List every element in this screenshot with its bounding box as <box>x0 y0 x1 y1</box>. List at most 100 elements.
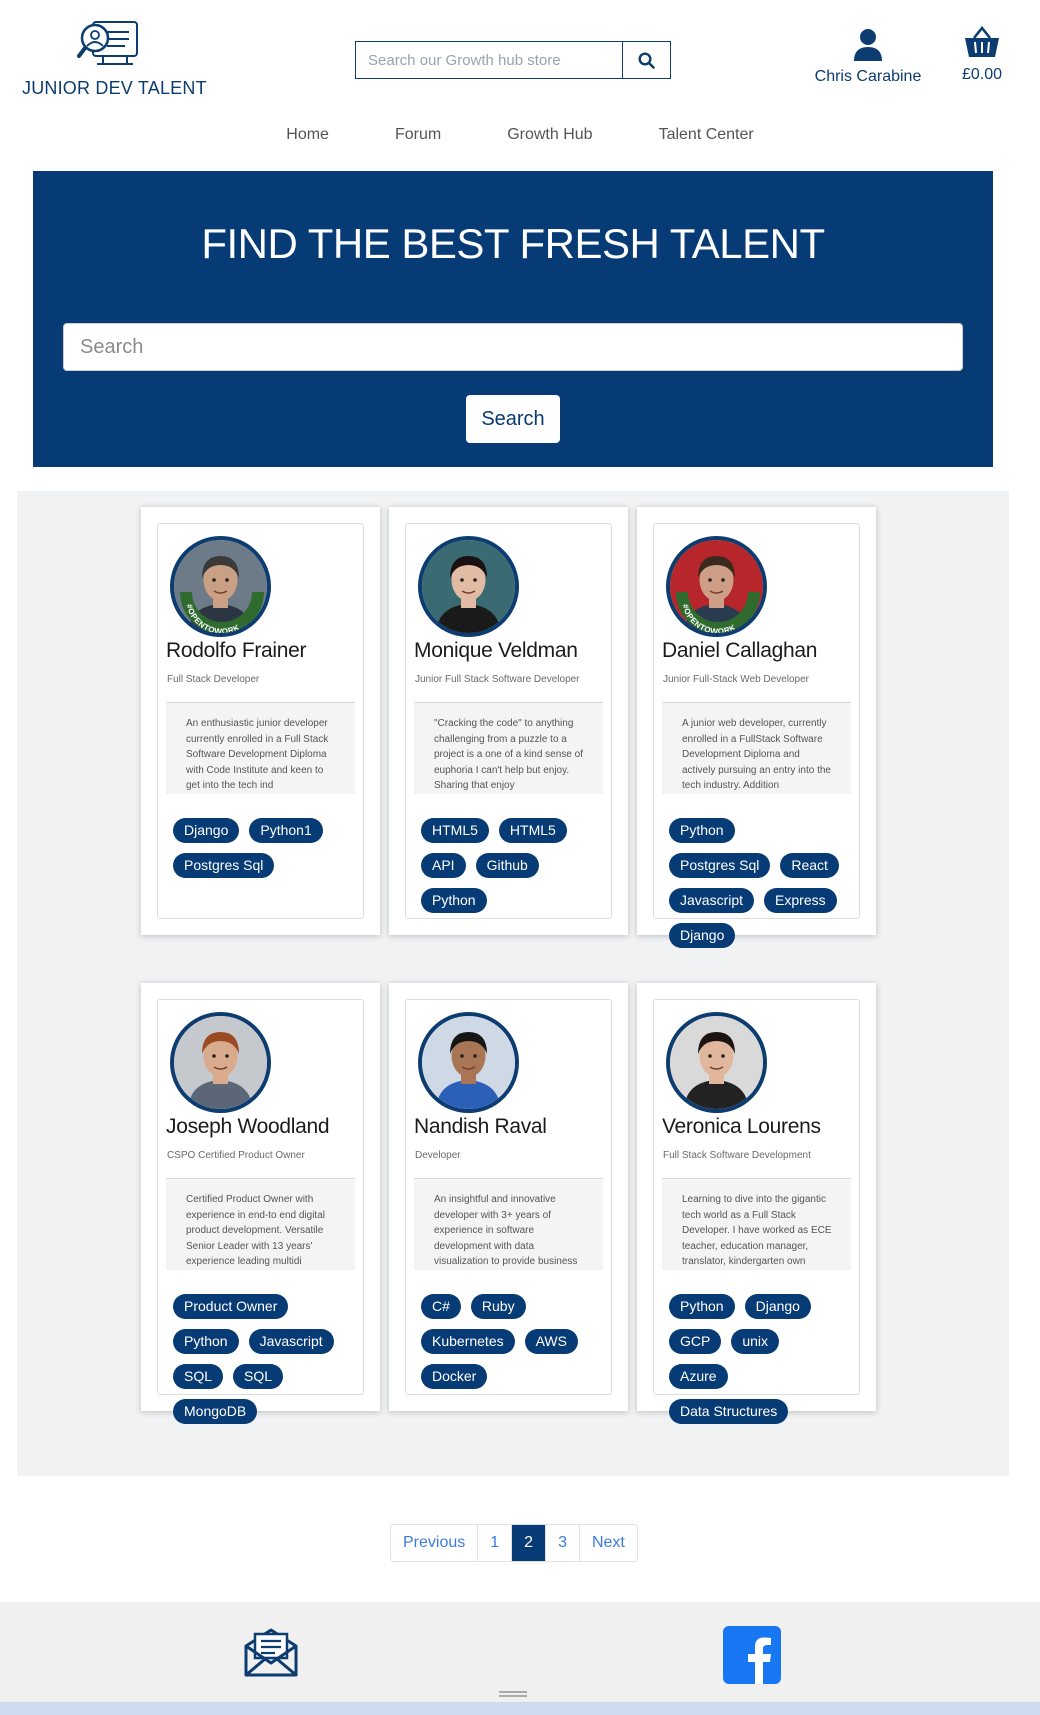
talent-bio-box: A junior web developer, currently enroll… <box>662 702 851 794</box>
skill-tag: HTML5 <box>421 818 489 843</box>
logo-text: JUNIOR DEV TALENT <box>22 78 207 98</box>
talent-bio-box: An enthusiastic junior developer current… <box>166 702 355 794</box>
talent-role: Junior Full Stack Software Developer <box>415 674 580 685</box>
skill-tag: Django <box>669 923 736 948</box>
nav-talent-center[interactable]: Talent Center <box>659 126 754 152</box>
facebook-icon[interactable] <box>723 1626 781 1684</box>
talent-search-logo-icon <box>76 21 138 65</box>
skill-tag: Ruby <box>470 1294 526 1319</box>
talent-card-body: Joseph Woodland CSPO Certified Product Ow… <box>157 999 364 1424</box>
person-photo <box>422 1016 515 1109</box>
skill-tag: Python1 <box>249 818 323 843</box>
skill-tag: HTML5 <box>498 818 567 843</box>
talent-bio: "Cracking the code" to anything challeng… <box>434 718 583 791</box>
talent-search-button[interactable]: Search <box>466 395 560 443</box>
talent-role: CSPO Certified Product Owner <box>167 1150 305 1161</box>
talent-name[interactable]: Rodolfo Frainer <box>166 639 307 663</box>
skill-tag: Product Owner <box>173 1294 289 1319</box>
talent-name[interactable]: Monique Veldman <box>414 639 578 663</box>
pagination-page-3[interactable]: 3 <box>546 1525 580 1561</box>
account-link[interactable]: Chris Carabine <box>810 28 926 86</box>
skill-tag: SQL <box>233 1364 284 1389</box>
talent-card[interactable]: Nandish Raval Developer An insightful and … <box>389 983 628 1411</box>
avatar[interactable] <box>418 1012 519 1113</box>
person-photo <box>670 1016 763 1109</box>
skill-tag: Javascript <box>248 1329 334 1354</box>
skill-tag: SQL <box>173 1364 224 1389</box>
user-icon <box>854 29 882 61</box>
talent-card[interactable]: Monique Veldman Junior Full Stack Softwar… <box>389 507 628 935</box>
store-search-button[interactable] <box>622 42 670 78</box>
hero-title: FIND THE BEST FRESH TALENT <box>201 220 825 267</box>
skill-tag: Django <box>744 1294 811 1319</box>
pagination-page-2-current[interactable]: 2 <box>512 1525 547 1561</box>
talent-bio-box: Learning to dive into the gigantic tech … <box>662 1178 851 1270</box>
pagination-next[interactable]: Next <box>579 1525 637 1561</box>
talent-bio: A junior web developer, currently enroll… <box>682 718 831 791</box>
skill-tags: HTML5 HTML5 API Github Python <box>421 818 601 923</box>
talent-name[interactable]: Joseph Woodland <box>166 1115 330 1139</box>
account-name: Chris Carabine <box>814 68 922 85</box>
basket-link[interactable]: £0.00 <box>952 25 1012 84</box>
skill-tag: Python <box>173 1329 239 1354</box>
talent-card-body: Monique Veldman Junior Full Stack Softwar… <box>405 523 612 919</box>
skill-tag: Azure <box>669 1364 728 1389</box>
skill-tag: Kubernetes <box>421 1329 515 1354</box>
avatar[interactable] <box>418 536 519 637</box>
nav-growth-hub[interactable]: Growth Hub <box>507 126 592 152</box>
site-logo[interactable]: JUNIOR DEV TALENT <box>22 18 207 99</box>
talent-bio-box: An insightful and innovative developer w… <box>414 1178 603 1270</box>
pagination-previous[interactable]: Previous <box>391 1525 479 1561</box>
site-header: JUNIOR DEV TALENT Chris Carabine £0.00 <box>0 0 1040 118</box>
talent-card[interactable]: #OPENTOWORK Rodolfo Frainer Full Stack Dev… <box>141 507 380 935</box>
nav-forum[interactable]: Forum <box>395 126 441 152</box>
avatar[interactable]: #OPENTOWORK <box>170 536 271 637</box>
skill-tag: Javascript <box>669 888 755 913</box>
talent-name[interactable]: Daniel Callaghan <box>662 639 817 663</box>
talent-name[interactable]: Veronica Lourens <box>662 1115 821 1139</box>
pagination-page-1[interactable]: 1 <box>478 1525 513 1561</box>
talent-card-body: Veronica Lourens Full Stack Software Deve… <box>653 999 860 1424</box>
skill-tags: Django Python1 Postgres Sql <box>173 818 353 888</box>
talent-search-input[interactable] <box>63 323 963 371</box>
talent-role: Junior Full-Stack Web Developer <box>663 674 809 685</box>
skill-tag: unix <box>731 1329 780 1354</box>
person-photo <box>174 1016 267 1109</box>
store-search-input[interactable] <box>356 42 622 78</box>
resize-handle[interactable] <box>499 1691 527 1697</box>
talent-bio: Learning to dive into the gigantic tech … <box>682 1194 832 1267</box>
talent-bio-box: Certified Product Owner with experience … <box>166 1178 355 1270</box>
talent-results: #OPENTOWORK Rodolfo Frainer Full Stack Dev… <box>17 491 1009 1476</box>
skill-tag: GCP <box>669 1329 722 1354</box>
pagination: Previous 1 2 3 Next <box>390 1524 638 1562</box>
person-photo <box>422 540 515 633</box>
search-icon <box>638 51 655 69</box>
person-photo: #OPENTOWORK <box>670 540 763 633</box>
talent-card[interactable]: Joseph Woodland CSPO Certified Product Ow… <box>141 983 380 1424</box>
avatar[interactable]: #OPENTOWORK <box>666 536 767 637</box>
talent-card[interactable]: #OPENTOWORK Daniel Callaghan Junior Full-S… <box>637 507 876 948</box>
skill-tags: Python Django GCP unix Azure Data Structures <box>669 1294 849 1434</box>
skill-tag: C# <box>421 1294 461 1319</box>
skill-tag: Django <box>173 818 240 843</box>
skill-tag: API <box>421 853 466 878</box>
skill-tag: AWS <box>524 1329 578 1354</box>
mail-icon[interactable] <box>243 1626 299 1678</box>
person-photo: #OPENTOWORK <box>174 540 267 633</box>
avatar[interactable] <box>666 1012 767 1113</box>
nav-home[interactable]: Home <box>286 126 329 152</box>
skill-tag: Python <box>669 818 735 843</box>
hero-banner: FIND THE BEST FRESH TALENT Search <box>33 171 993 467</box>
talent-card-body: #OPENTOWORK Daniel Callaghan Junior Full-S… <box>653 523 860 948</box>
basket-total: £0.00 <box>961 66 1003 83</box>
talent-card[interactable]: Veronica Lourens Full Stack Software Deve… <box>637 983 876 1424</box>
talent-name[interactable]: Nandish Raval <box>414 1115 547 1139</box>
skill-tag: Docker <box>421 1364 488 1389</box>
skill-tag: Python <box>421 888 487 913</box>
skill-tag: Data Structures <box>669 1399 789 1424</box>
skill-tags: Product Owner Python Javascript SQL SQL Mongo… <box>173 1294 353 1434</box>
main-nav: Home Forum Growth Hub Talent Center <box>0 126 1040 152</box>
skill-tag: Github <box>475 853 539 878</box>
taskbar-strip <box>0 1702 1040 1715</box>
avatar[interactable] <box>170 1012 271 1113</box>
